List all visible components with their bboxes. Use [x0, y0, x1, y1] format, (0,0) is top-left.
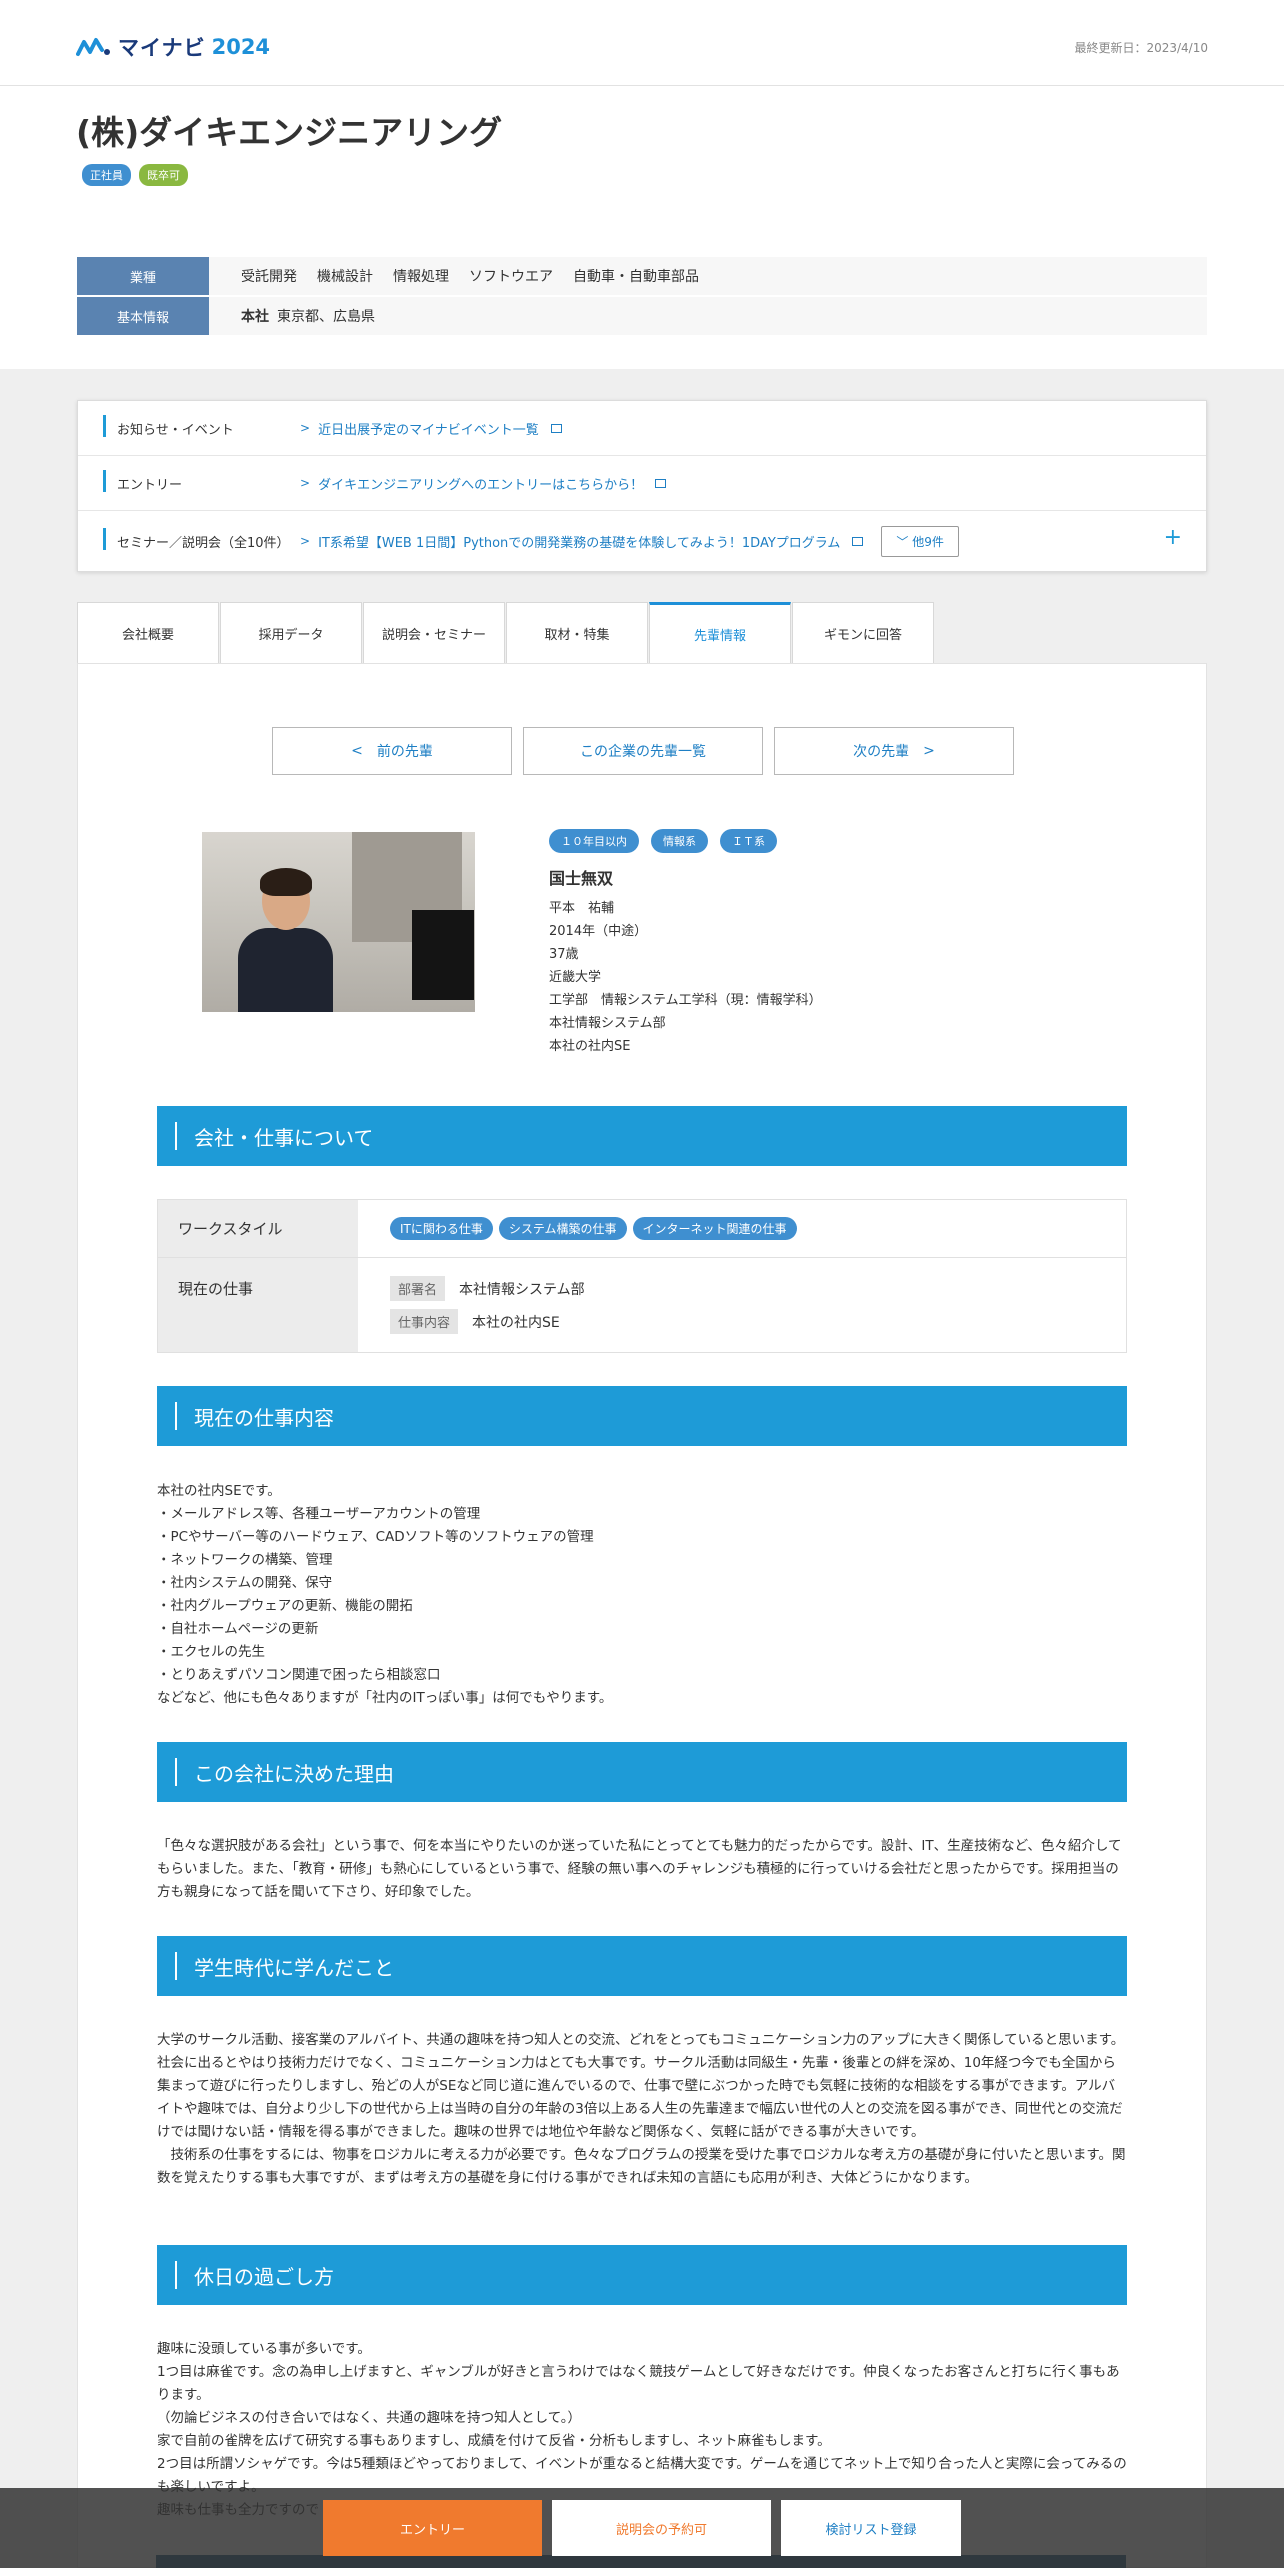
workstyle-tag: ITに関わる仕事: [390, 1217, 493, 1240]
senior-navigation: < 前の先輩 この企業の先輩一覧 次の先輩 >: [272, 727, 1014, 775]
tag-fulltime: 正社員: [82, 164, 131, 186]
notice-label: エントリー: [117, 477, 183, 493]
senior-content: < 前の先輩 この企業の先輩一覧 次の先輩 > １０年目以内 情報系 ＩＴ系 国…: [77, 663, 1207, 2568]
industry-item: 機械設計: [317, 269, 373, 285]
chevron-right-icon: >: [923, 743, 935, 759]
industry-item: 自動車・自動車部品: [573, 269, 699, 285]
site-header: マイナビ 2024 最終更新日：2023/4/10: [0, 0, 1284, 86]
tab-recruit-data[interactable]: 採用データ: [220, 602, 362, 664]
bottom-action-bar: エントリー 説明会の予約可 検討リスト登録: [0, 2488, 1284, 2568]
notice-panel: お知らせ・イベント > 近日出展予定のマイナビイベント一覧 エントリー > ダイ…: [77, 400, 1207, 572]
tab-seminar[interactable]: 説明会・セミナー: [363, 602, 505, 664]
events-link[interactable]: > 近日出展予定のマイナビイベント一覧: [300, 419, 562, 438]
chevron-right-icon: >: [300, 421, 311, 435]
next-senior-button[interactable]: 次の先輩 >: [774, 727, 1014, 775]
section-heading-about: 会社・仕事について: [157, 1106, 1127, 1166]
company-tabs: 会社概要 採用データ 説明会・セミナー 取材・特集 先輩情報 ギモンに回答: [77, 602, 935, 664]
task-key: 仕事内容: [390, 1309, 459, 1334]
profile-name: 平本 祐輔: [549, 901, 615, 916]
company-name: (株)ダイキエンジニアリング: [76, 113, 503, 152]
chevron-right-icon: >: [300, 534, 311, 548]
entry-link[interactable]: > ダイキエンジニアリングへのエントリーはこちらから！: [300, 474, 667, 493]
workstyle-tag: システム構築の仕事: [498, 1217, 627, 1240]
basic-info-label: 基本情報: [77, 297, 209, 335]
add-to-list-button[interactable]: 検討リスト登録: [781, 2500, 961, 2556]
more-seminars-button[interactable]: ﹀ 他9件: [881, 525, 959, 557]
senior-photo: [202, 832, 475, 1012]
profile-tag: 情報系: [651, 829, 708, 853]
profile-join-year: 2014年（中途）: [549, 924, 648, 939]
reason-text: 「色々な選択肢がある会社」という事で、何を本当にやりたいのか迷っていた私にとって…: [157, 1838, 1122, 1900]
chevron-right-icon: >: [300, 476, 311, 490]
mynavi-logo-icon: [76, 38, 110, 56]
external-link-icon: [550, 423, 562, 433]
profile-age: 37歳: [549, 947, 579, 962]
section-heading-student: 学生時代に学んだこと: [157, 1936, 1127, 1996]
section-heading-holiday: 休日の過ごし方: [157, 2245, 1127, 2305]
hq-label: 本社: [241, 309, 269, 325]
hq-value: 東京都、広島県: [277, 309, 375, 325]
industry-item: 受託開発: [241, 269, 297, 285]
tab-seniors[interactable]: 先輩情報: [649, 602, 791, 664]
external-link-icon: [655, 478, 667, 488]
mynavi-logo[interactable]: マイナビ 2024: [76, 32, 270, 62]
chevron-down-icon: ﹀: [896, 534, 913, 549]
last-updated: 最終更新日：2023/4/10: [1074, 41, 1208, 55]
profile-tag: ＩＴ系: [720, 829, 777, 853]
profile-tag: １０年目以内: [549, 829, 639, 853]
entry-button[interactable]: エントリー: [323, 2500, 542, 2556]
industry-label: 業種: [77, 257, 209, 295]
profile-faculty: 工学部 情報システム工学科（現：情報学科）: [549, 993, 822, 1008]
notice-row-entry: エントリー > ダイキエンジニアリングへのエントリーはこちらから！: [78, 456, 1206, 511]
industry-values: 受託開発 機械設計 情報処理 ソフトウエア 自動車・自動車部品: [209, 257, 1207, 295]
industry-row: 業種 受託開発 機械設計 情報処理 ソフトウエア 自動車・自動車部品: [77, 257, 1207, 295]
external-link-icon: [852, 536, 864, 546]
chevron-left-icon: <: [351, 743, 363, 759]
profile-university: 近畿大学: [549, 970, 602, 985]
dept-value: 本社情報システム部: [459, 1281, 585, 1298]
brand-name: マイナビ: [118, 36, 206, 60]
industry-item: 情報処理: [393, 269, 449, 285]
tab-features[interactable]: 取材・特集: [506, 602, 648, 664]
company-summary: (株)ダイキエンジニアリング 正社員 既卒可 業種 受託開発 機械設計 情報処理…: [0, 86, 1284, 369]
current-job-row: 現在の仕事 部署名 本社情報システム部 仕事内容 本社の社内SE: [158, 1258, 1126, 1352]
tag-graduate-ok: 既卒可: [139, 164, 188, 186]
expand-plus-icon[interactable]: +: [1164, 525, 1182, 550]
student-text: 大学のサークル活動、接客業のアルバイト、共通の趣味を持つ知人との交流、どれをとっ…: [157, 2032, 1126, 2186]
profile-title: 国士無双: [549, 869, 614, 888]
tab-faq[interactable]: ギモンに回答: [792, 602, 934, 664]
notice-label: お知らせ・イベント: [117, 422, 234, 438]
employment-tags: 正社員 既卒可: [82, 164, 188, 186]
workstyle-tag: インターネット関連の仕事: [632, 1217, 797, 1240]
workstyle-label: ワークスタイル: [158, 1200, 358, 1257]
task-value: 本社の社内SE: [472, 1314, 560, 1331]
current-job-label: 現在の仕事: [158, 1258, 358, 1352]
profile-role: 本社の社内SE: [549, 1039, 631, 1054]
prev-senior-button[interactable]: < 前の先輩: [272, 727, 512, 775]
section-heading-reason: この会社に決めた理由: [157, 1742, 1127, 1802]
brand-year: 2024: [211, 35, 271, 59]
notice-row-events: お知らせ・イベント > 近日出展予定のマイナビイベント一覧: [78, 401, 1206, 456]
current-job-text: 本社の社内SEです。 ・メールアドレス等、各種ユーザーアカウントの管理 ・PCや…: [157, 1483, 613, 1706]
tab-overview[interactable]: 会社概要: [77, 602, 219, 664]
profile-tags: １０年目以内 情報系 ＩＴ系: [549, 829, 822, 853]
company-info-table: 業種 受託開発 機械設計 情報処理 ソフトウエア 自動車・自動車部品 基本情報 …: [77, 257, 1207, 337]
senior-profile: １０年目以内 情報系 ＩＴ系 国士無双 平本 祐輔 2014年（中途） 37歳 …: [549, 829, 822, 1058]
profile-department: 本社情報システム部: [549, 1016, 666, 1031]
senior-list-button[interactable]: この企業の先輩一覧: [523, 727, 763, 775]
notice-row-seminar: セミナー／説明会（全10件） > IT系希望【WEB 1日間】Pythonでの開…: [78, 511, 1206, 571]
workstyle-table: ワークスタイル ITに関わる仕事 システム構築の仕事 インターネット関連の仕事 …: [157, 1199, 1127, 1353]
basic-info-row: 基本情報 本社 東京都、広島県: [77, 297, 1207, 335]
dept-key: 部署名: [390, 1276, 446, 1301]
industry-item: ソフトウエア: [469, 269, 553, 285]
seminar-reserve-button[interactable]: 説明会の予約可: [552, 2500, 771, 2556]
section-heading-current-job: 現在の仕事内容: [157, 1386, 1127, 1446]
seminar-link[interactable]: > IT系希望【WEB 1日間】Pythonでの開発業務の基礎を体験してみよう！…: [300, 532, 864, 551]
notice-label: セミナー／説明会（全10件）: [117, 535, 290, 551]
basic-info-values: 本社 東京都、広島県: [209, 297, 1207, 335]
workstyle-row: ワークスタイル ITに関わる仕事 システム構築の仕事 インターネット関連の仕事: [158, 1200, 1126, 1258]
